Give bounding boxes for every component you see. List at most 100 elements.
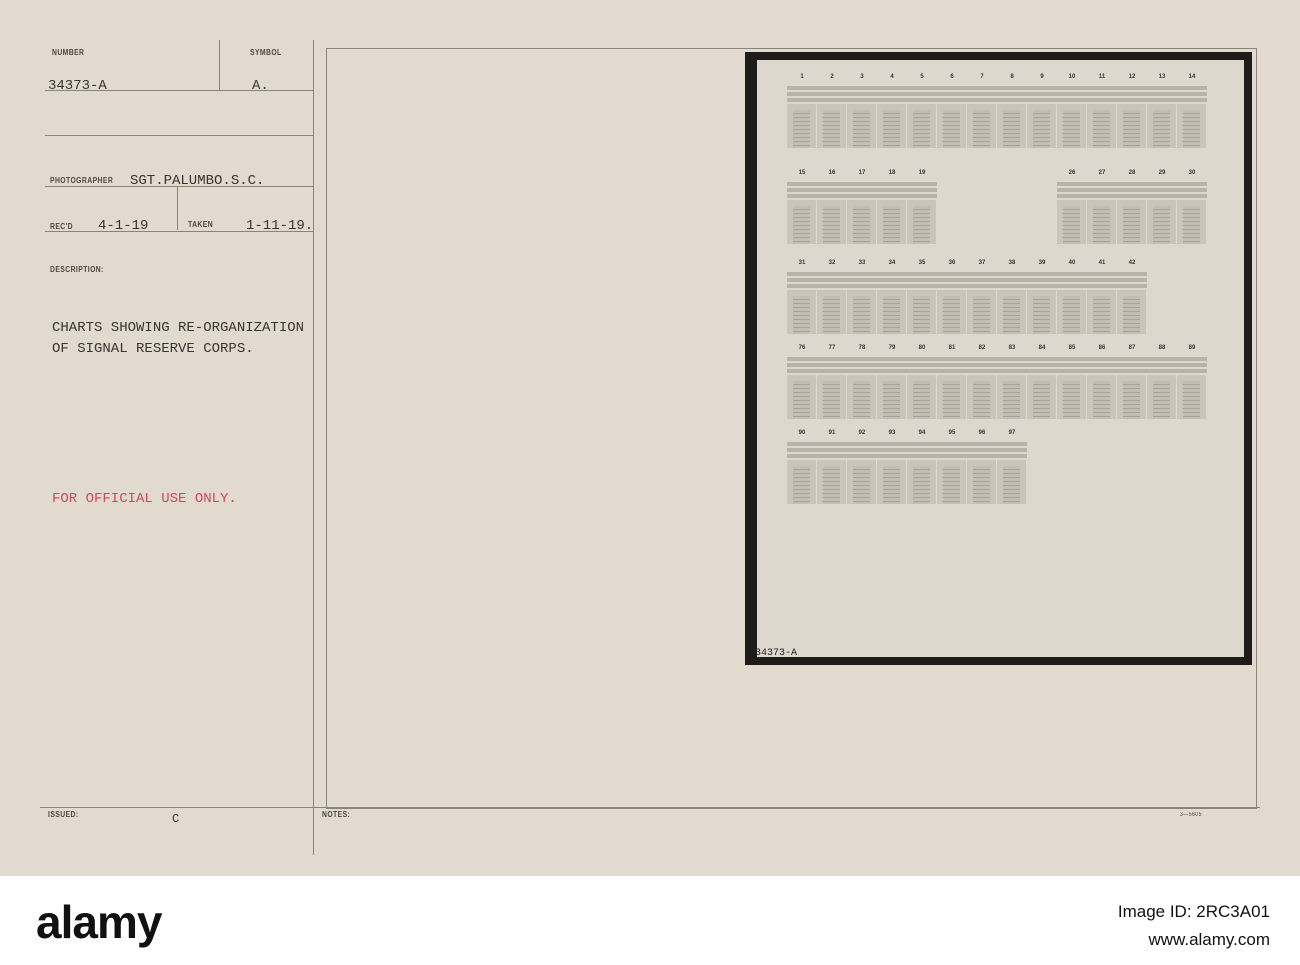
column-number: 19 — [918, 170, 926, 176]
chart-sheet — [847, 104, 877, 148]
chart-column: 95 — [937, 430, 967, 504]
divider — [219, 40, 220, 90]
chart-sheet — [937, 104, 967, 148]
chart-sheet — [787, 104, 817, 148]
chart-column: 38 — [997, 260, 1027, 334]
chart-strip — [967, 454, 997, 458]
column-number: 15 — [798, 170, 806, 176]
symbol-value: A. — [252, 78, 269, 94]
chart-sheet — [997, 290, 1027, 334]
chart-strip — [1057, 182, 1087, 186]
chart-strip — [847, 363, 877, 367]
column-number: 31 — [798, 260, 806, 266]
chart-photograph: 1 2 3 4 5 6 7 8 9 10 11 12 13 14 15 16 17 18 19 26 27 28 29 30 3… — [745, 52, 1252, 665]
column-number: 39 — [1038, 260, 1046, 266]
chart-strip — [1057, 369, 1087, 373]
chart-sheet — [787, 200, 817, 244]
chart-strip — [1057, 363, 1087, 367]
chart-strip — [847, 454, 877, 458]
column-number: 3 — [860, 74, 864, 80]
column-number: 30 — [1188, 170, 1196, 176]
chart-strip — [907, 357, 937, 361]
chart-sheet — [967, 290, 997, 334]
chart-strip — [847, 188, 877, 192]
column-number: 33 — [858, 260, 866, 266]
chart-strip — [817, 98, 847, 102]
chart-strip — [997, 454, 1027, 458]
chart-column: 90 — [787, 430, 817, 504]
chart-strip — [1057, 278, 1087, 282]
chart-strip — [877, 442, 907, 446]
chart-column: 42 — [1117, 260, 1147, 334]
chart-column — [997, 170, 1027, 244]
chart-column: 33 — [847, 260, 877, 334]
chart-strip — [937, 92, 967, 96]
chart-strip — [1057, 188, 1087, 192]
chart-strip — [1027, 98, 1057, 102]
issued-label: ISSUED: — [48, 810, 79, 819]
chart-column: 88 — [1147, 345, 1177, 419]
chart-strip — [847, 357, 877, 361]
divider — [45, 231, 313, 232]
chart-strip — [967, 369, 997, 373]
column-number: 37 — [978, 260, 986, 266]
chart-strip — [1147, 92, 1177, 96]
chart-column: 89 — [1177, 345, 1207, 419]
chart-strip — [787, 188, 817, 192]
column-number: 16 — [828, 170, 836, 176]
chart-sheet — [1087, 104, 1117, 148]
chart-sheet — [1177, 104, 1207, 148]
chart-column: 30 — [1177, 170, 1207, 244]
image-info: Image ID: 2RC3A01 www.alamy.com — [1118, 898, 1270, 954]
chart-column: 5 — [907, 74, 937, 148]
column-number: 9 — [1040, 74, 1044, 80]
chart-strip — [967, 442, 997, 446]
chart-column: 37 — [967, 260, 997, 334]
divider — [45, 90, 313, 91]
chart-strip — [1147, 357, 1177, 361]
frame-top — [326, 48, 1256, 49]
chart-strip — [1177, 98, 1207, 102]
chart-column: 87 — [1117, 345, 1147, 419]
chart-column: 11 — [1087, 74, 1117, 148]
chart-strip — [907, 86, 937, 90]
chart-strip — [1027, 92, 1057, 96]
chart-strip — [1177, 92, 1207, 96]
chart-sheet — [1117, 200, 1147, 244]
chart-strip — [967, 86, 997, 90]
chart-sheet — [1057, 104, 1087, 148]
chart-column: 3 — [847, 74, 877, 148]
chart-strip — [967, 98, 997, 102]
column-number: 38 — [1008, 260, 1016, 266]
column-number: 28 — [1128, 170, 1136, 176]
chart-column: 26 — [1057, 170, 1087, 244]
chart-column: 91 — [817, 430, 847, 504]
chart-strip — [817, 369, 847, 373]
chart-strip — [787, 86, 817, 90]
column-number: 7 — [980, 74, 984, 80]
chart-sheet — [1117, 375, 1147, 419]
chart-sheet — [1027, 375, 1057, 419]
column-number: 11 — [1098, 74, 1106, 80]
chart-column: 86 — [1087, 345, 1117, 419]
column-number: 77 — [828, 345, 836, 351]
column-number: 35 — [918, 260, 926, 266]
chart-strip — [1027, 369, 1057, 373]
chart-strip — [1087, 357, 1117, 361]
chart-strip — [787, 357, 817, 361]
chart-column: 16 — [817, 170, 847, 244]
column-number — [997, 170, 1027, 180]
chart-sheet — [907, 200, 937, 244]
chart-sheet — [877, 104, 907, 148]
chart-strip — [1087, 284, 1117, 288]
chart-column: 35 — [907, 260, 937, 334]
chart-strip — [1087, 272, 1117, 276]
description-label: DESCRIPTION: — [50, 265, 104, 274]
chart-strip — [847, 278, 877, 282]
chart-strip — [997, 357, 1027, 361]
chart-column: 29 — [1147, 170, 1177, 244]
chart-strip — [1117, 188, 1147, 192]
chart-sheet — [787, 375, 817, 419]
watermark-footer — [0, 876, 1300, 965]
chart-strip — [907, 194, 937, 198]
